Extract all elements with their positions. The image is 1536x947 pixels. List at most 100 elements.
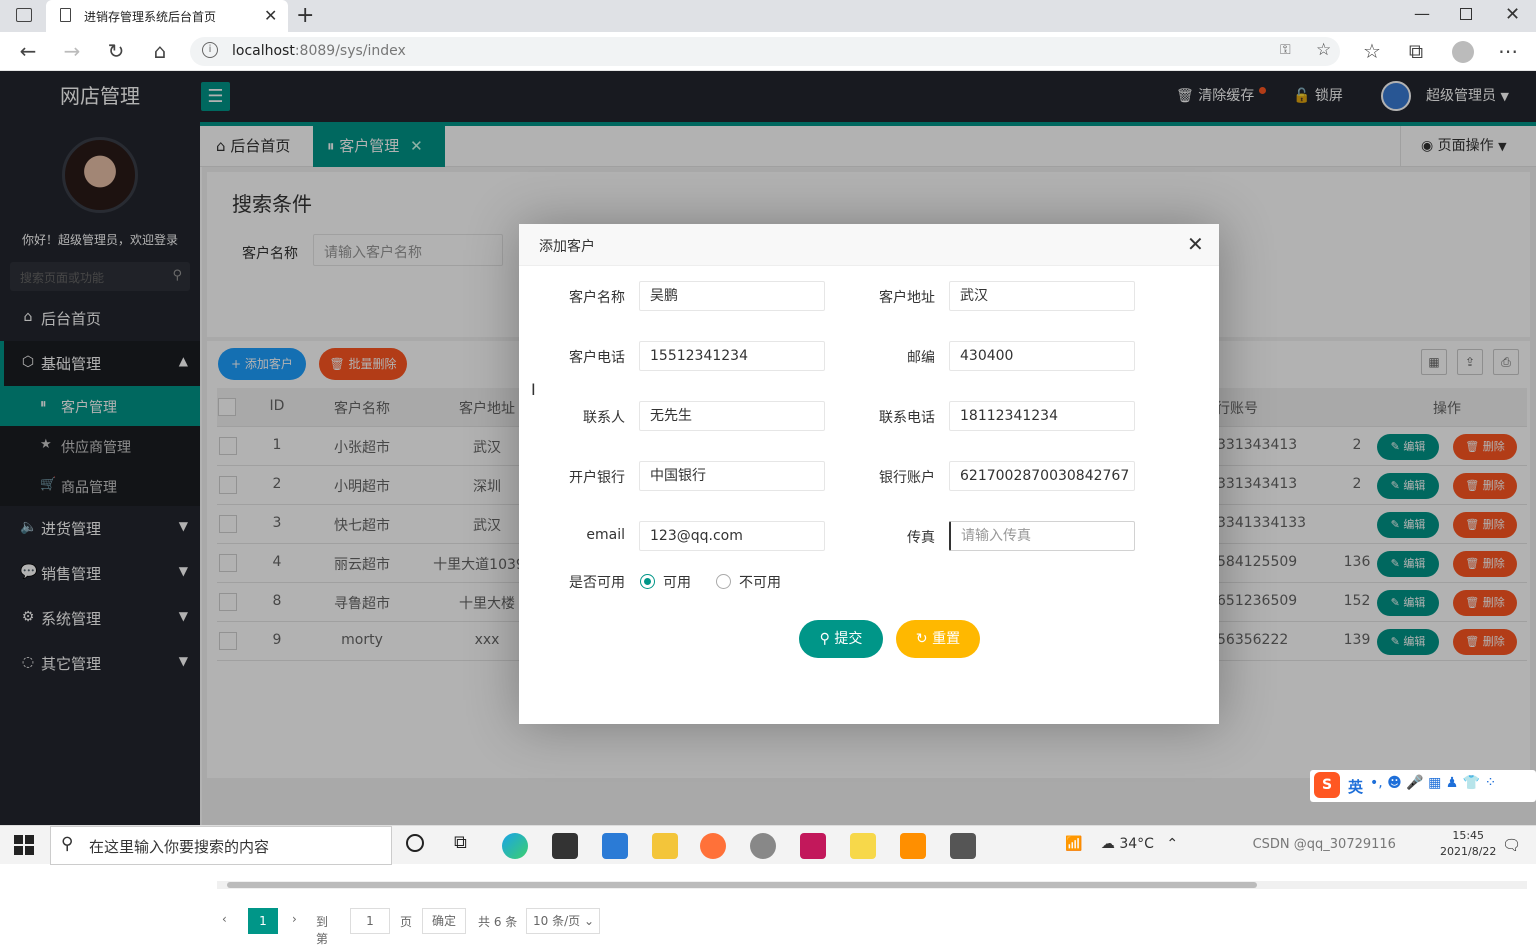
key-icon[interactable]: ⚿ [1280, 42, 1291, 58]
tab-actions-icon[interactable] [16, 8, 32, 22]
available-yes-label[interactable]: 可用 [663, 572, 691, 592]
mail-icon[interactable] [602, 833, 628, 859]
page-unit: 页 [400, 915, 413, 929]
per-page-value: 10 条/页 [533, 914, 581, 928]
reset-label: 重置 [932, 631, 961, 647]
collections-icon[interactable]: ⧉ [1404, 40, 1428, 62]
weather-icon[interactable]: ☁ [1101, 836, 1115, 852]
back-icon[interactable]: ← [16, 40, 40, 62]
firefox-icon[interactable] [700, 833, 726, 859]
clock[interactable]: 15:45 2021/8/22 [1440, 828, 1496, 860]
goto-label: 到第 [316, 915, 329, 946]
explorer-icon[interactable] [652, 833, 678, 859]
new-tab-icon[interactable]: + [296, 3, 314, 28]
close-icon[interactable]: ✕ [1187, 234, 1204, 254]
scrollbar-thumb[interactable] [227, 882, 1257, 888]
browser-tab[interactable]: 进销存管理系统后台首页 ✕ [46, 0, 288, 32]
email-field[interactable]: 123@qq.com [639, 521, 825, 551]
site-info-icon[interactable]: i [202, 42, 218, 58]
available-no-radio[interactable] [716, 574, 731, 589]
bank-field[interactable]: 中国银行 [639, 461, 825, 491]
store-icon[interactable] [552, 833, 578, 859]
forward-icon[interactable]: → [60, 40, 84, 62]
favorites-icon[interactable]: ☆ [1360, 40, 1384, 62]
notes-icon[interactable] [850, 833, 876, 859]
submit-button[interactable]: ⚲ 提交 [799, 620, 883, 658]
app-icon[interactable] [750, 833, 776, 859]
url-path: :8089/sys/index [294, 43, 406, 59]
tool-icon[interactable] [900, 833, 926, 859]
ime-toolbar: S 英 •, ☻ 🎤 ▦ ♟ 👕 ⁘ [1310, 770, 1536, 802]
dialog-title: 添加客户 [539, 239, 595, 255]
terminal-icon[interactable] [950, 833, 976, 859]
available-yes-radio[interactable] [640, 574, 655, 589]
add-customer-dialog: 添加客户 ✕ 客户名称 吴鹏 客户地址 武汉 客户电话 15512341234 … [519, 224, 1219, 724]
confirm-page-button[interactable]: 确定 [422, 908, 466, 934]
temperature[interactable]: 34°C [1119, 836, 1154, 852]
goto-page-input[interactable]: 1 [350, 908, 390, 934]
contact-field[interactable]: 无先生 [639, 401, 825, 431]
chevron-up-icon[interactable]: ⌃ [1166, 836, 1178, 852]
bank-account-field[interactable]: 6217002870030842767 [949, 461, 1135, 491]
windows-start-icon[interactable] [14, 835, 34, 855]
customer-phone-field[interactable]: 15512341234 [639, 341, 825, 371]
zip-label: 邮编 [907, 350, 935, 366]
ime-tools-icon[interactable]: •, ☻ 🎤 ▦ ♟ 👕 ⁘ [1370, 775, 1496, 791]
more-icon[interactable]: ⋯ [1496, 40, 1520, 62]
wifi-icon[interactable]: 📶 [1065, 836, 1082, 852]
dialog-header: 添加客户 ✕ [519, 224, 1219, 266]
cortana-icon[interactable] [406, 834, 424, 852]
fax-label: 传真 [907, 530, 935, 546]
contact-phone-label: 联系电话 [879, 410, 935, 426]
fax-field[interactable]: 请输入传真 [949, 521, 1135, 551]
ime-language[interactable]: 英 [1348, 776, 1363, 797]
edge-icon[interactable] [502, 833, 528, 859]
customer-address-label: 客户地址 [879, 290, 935, 306]
page-icon [60, 8, 71, 22]
intellij-icon[interactable] [800, 833, 826, 859]
close-tab-icon[interactable]: ✕ [264, 6, 277, 25]
bank-account-label: 银行账户 [879, 470, 935, 486]
system-tray: 📶 ☁ 34°C ⌃ CSDN @qq_30729116 [1065, 836, 1396, 852]
current-page[interactable]: 1 [248, 908, 278, 934]
zip-field[interactable]: 430400 [949, 341, 1135, 371]
profile-icon[interactable] [1452, 41, 1474, 63]
date: 2021/8/22 [1440, 845, 1497, 858]
submit-label: 提交 [834, 631, 863, 647]
search-icon: ⚲ [61, 834, 74, 854]
url-field[interactable]: i localhost:8089/sys/index ⚿ ☆ [190, 37, 1340, 66]
close-window-icon[interactable]: ✕ [1505, 4, 1520, 25]
customer-phone-label: 客户电话 [569, 350, 625, 366]
restore-icon[interactable] [1460, 8, 1472, 20]
notification-icon[interactable]: 🗨 [1502, 836, 1521, 854]
taskbar-search-placeholder: 在这里输入你要搜索的内容 [89, 838, 270, 856]
bank-label: 开户银行 [569, 470, 625, 486]
browser-tab-title: 进销存管理系统后台首页 [84, 10, 217, 24]
minimize-icon[interactable]: — [1414, 4, 1430, 23]
text-cursor-icon: I [531, 380, 536, 399]
refresh-icon: ↻ [915, 631, 928, 647]
watermark: CSDN @qq_30729116 [1252, 837, 1396, 852]
taskbar-search[interactable]: ⚲ 在这里输入你要搜索的内容 [50, 826, 392, 865]
refresh-icon[interactable]: ↻ [104, 40, 128, 62]
customer-address-field[interactable]: 武汉 [949, 281, 1135, 311]
home-icon[interactable]: ⌂ [148, 40, 172, 62]
per-page-select[interactable]: 10 条/页 ⌄ [526, 908, 600, 934]
task-view-icon[interactable]: ⧉ [454, 832, 467, 853]
browser-tab-bar: 进销存管理系统后台首页 ✕ + — ✕ [0, 0, 1536, 32]
available-label: 是否可用 [569, 575, 625, 591]
next-page-icon[interactable]: › [292, 912, 297, 926]
reset-button[interactable]: ↻ 重置 [896, 620, 980, 658]
search-icon: ⚲ [819, 631, 830, 647]
total-count: 共 6 条 [478, 915, 518, 929]
available-no-label[interactable]: 不可用 [739, 572, 781, 592]
contact-label: 联系人 [583, 410, 625, 426]
add-favorite-icon[interactable]: ☆ [1316, 40, 1331, 60]
horizontal-scrollbar[interactable] [217, 881, 1527, 889]
customer-name-field[interactable]: 吴鹏 [639, 281, 825, 311]
email-label: email [586, 527, 625, 543]
prev-page-icon[interactable]: ‹ [222, 912, 227, 926]
windows-taskbar: ⚲ 在这里输入你要搜索的内容 ⧉ 📶 ☁ 34°C ⌃ CSDN @qq_307… [0, 825, 1536, 865]
sogou-logo-icon[interactable]: S [1314, 772, 1340, 798]
contact-phone-field[interactable]: 18112341234 [949, 401, 1135, 431]
